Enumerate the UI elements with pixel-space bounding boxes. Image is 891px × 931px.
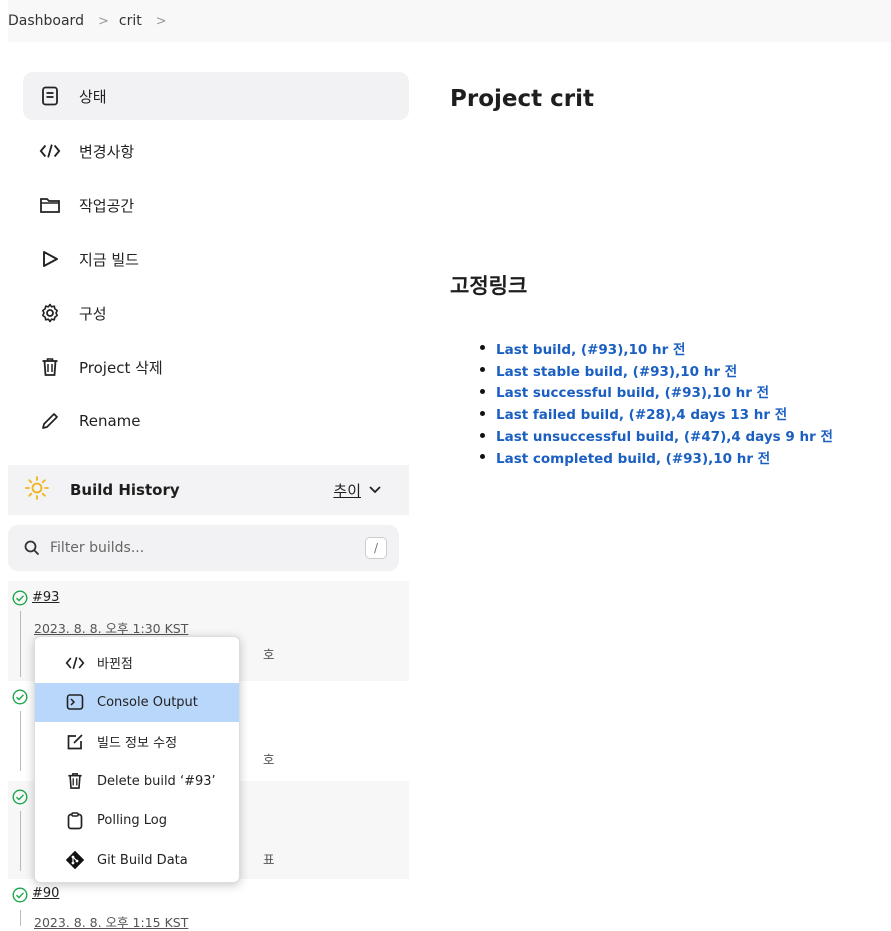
menu-item-label: 바뀐점 (97, 657, 133, 673)
sidebar-item-label: 지금 빌드 (79, 250, 139, 269)
shortcut-badge: / (365, 537, 387, 559)
permalink-last-failed-build[interactable]: Last failed build, (#28),4 days 13 hr 전 (480, 402, 833, 424)
timeline-line (20, 910, 21, 926)
trash-icon (39, 356, 61, 378)
sidebar-item-configure[interactable]: 구성 (23, 286, 409, 340)
git-icon (65, 850, 85, 870)
breadcrumb-dashboard[interactable]: Dashboard (8, 13, 88, 29)
timeline-line (20, 711, 21, 771)
filter-placeholder: Filter builds... (50, 540, 145, 556)
sidebar-item-label: 상태 (79, 87, 107, 106)
menu-item-label: Console Output (97, 694, 198, 710)
permalinks-list: Last build, (#93),10 hr 전 Last stable bu… (480, 337, 833, 468)
sidebar-item-workspace[interactable]: 작업공간 (23, 178, 409, 232)
sidebar-item-status[interactable]: 상태 (23, 72, 409, 120)
filter-builds-input[interactable]: Filter builds... / (8, 525, 399, 571)
sidebar-item-label: Project 삭제 (79, 358, 163, 377)
menu-item-edit-build-info[interactable]: 빌드 정보 수정 (35, 722, 239, 762)
chevron-down-icon (369, 486, 381, 494)
code-icon (39, 140, 61, 162)
timeline-line (20, 811, 21, 871)
build-context-menu: 바뀐점 Console Output 빌드 정보 수정 Delete build… (34, 636, 240, 883)
sidebar: 상태 변경사항 작업공간 지금 빌드 구성 Project 삭제 Rename (23, 72, 409, 448)
menu-item-label: Delete build ‘#93’ (97, 773, 216, 789)
permalinks-title: 고정링크 (450, 274, 528, 298)
build-row-text: 표 (263, 852, 275, 867)
build-row: #90 2023. 8. 8. 오후 1:15 KST (8, 880, 409, 931)
document-icon (39, 85, 61, 107)
menu-item-console-output[interactable]: Console Output (35, 682, 239, 722)
trend-link[interactable]: 추이 (333, 480, 381, 501)
trend-label: 추이 (333, 481, 361, 500)
breadcrumb: Dashboard > crit > (8, 0, 891, 42)
sidebar-item-changes[interactable]: 변경사항 (23, 124, 409, 178)
permalink-last-unsuccessful-build[interactable]: Last unsuccessful build, (#47),4 days 9 … (480, 424, 833, 446)
search-icon (24, 540, 40, 556)
menu-item-polling-log[interactable]: Polling Log (35, 801, 239, 841)
menu-item-label: Git Build Data (97, 852, 188, 868)
page-title: Project crit (450, 86, 594, 112)
sidebar-item-label: 변경사항 (79, 142, 135, 161)
build-number-link[interactable]: #93 (32, 590, 59, 605)
build-history-header: Build History 추이 (8, 465, 409, 515)
gear-icon (39, 302, 61, 324)
terminal-icon (65, 693, 85, 711)
build-row-text: 호 (263, 752, 275, 767)
breadcrumb-crit[interactable]: crit (119, 13, 146, 29)
chevron-right-icon[interactable]: > (156, 14, 167, 29)
menu-item-label: 빌드 정보 수정 (97, 736, 178, 752)
clipboard-icon (65, 812, 85, 830)
build-number-link[interactable]: #90 (32, 886, 59, 901)
permalink-last-build[interactable]: Last build, (#93),10 hr 전 (480, 337, 833, 359)
build-date-link[interactable]: 2023. 8. 8. 오후 1:15 KST (34, 912, 188, 931)
folder-icon (39, 194, 61, 216)
permalink-last-successful-build[interactable]: Last successful build, (#93),10 hr 전 (480, 381, 833, 403)
sidebar-item-build-now[interactable]: 지금 빌드 (23, 232, 409, 286)
success-icon (12, 689, 28, 709)
build-history-title: Build History (70, 481, 180, 499)
menu-item-delete-build[interactable]: Delete build ‘#93’ (35, 762, 239, 802)
permalink-last-completed-build[interactable]: Last completed build, (#93),10 hr 전 (480, 446, 833, 468)
success-icon (12, 789, 28, 809)
sidebar-item-label: 작업공간 (79, 196, 135, 215)
build-date-link[interactable]: 2023. 8. 8. 오후 1:30 KST (34, 618, 188, 637)
menu-item-changes[interactable]: 바뀐점 (35, 643, 239, 683)
edit-icon (65, 733, 85, 751)
build-row-text: 호 (263, 647, 275, 662)
chevron-right-icon: > (97, 13, 109, 29)
success-icon (12, 590, 28, 610)
sidebar-item-delete-project[interactable]: Project 삭제 (23, 340, 409, 394)
success-icon (12, 887, 28, 907)
sidebar-item-label: Rename (79, 412, 141, 430)
permalink-last-stable-build[interactable]: Last stable build, (#93),10 hr 전 (480, 359, 833, 381)
trash-icon (65, 772, 85, 790)
code-icon (65, 655, 85, 671)
play-icon (39, 248, 61, 270)
sun-icon (24, 475, 50, 505)
timeline-line (20, 611, 21, 677)
sidebar-item-rename[interactable]: Rename (23, 394, 409, 448)
pencil-icon (39, 410, 61, 432)
menu-item-git-build-data[interactable]: Git Build Data (35, 841, 239, 881)
menu-item-label: Polling Log (97, 813, 168, 829)
sidebar-item-label: 구성 (79, 304, 107, 323)
